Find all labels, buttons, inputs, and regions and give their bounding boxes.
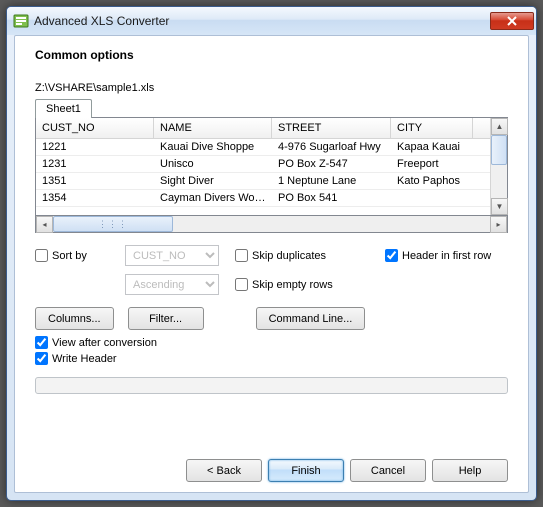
page-heading: Common options xyxy=(35,48,514,62)
help-button[interactable]: Help xyxy=(432,459,508,482)
scroll-right-icon[interactable]: ▸ xyxy=(490,216,507,233)
skip-empty-rows-checkbox[interactable]: Skip empty rows xyxy=(235,278,385,291)
checkbox[interactable] xyxy=(235,249,248,262)
header-first-row-checkbox[interactable]: Header in first row xyxy=(385,249,508,262)
checkbox[interactable] xyxy=(385,249,398,262)
column-header[interactable]: CITY xyxy=(391,118,473,138)
checkbox[interactable] xyxy=(35,336,48,349)
column-header[interactable]: STREET xyxy=(272,118,391,138)
titlebar: Advanced XLS Converter xyxy=(7,7,536,35)
command-line-button[interactable]: Command Line... xyxy=(256,307,366,330)
filter-button[interactable]: Filter... xyxy=(128,307,204,330)
checkbox[interactable] xyxy=(35,352,48,365)
progress-bar xyxy=(35,377,508,394)
table-row[interactable]: 1354 Cayman Divers Worl... PO Box 541 xyxy=(36,190,490,207)
column-header[interactable]: NAME xyxy=(154,118,272,138)
write-header-checkbox[interactable]: Write Header xyxy=(35,352,508,365)
wizard-footer: < Back Finish Cancel Help xyxy=(35,447,508,482)
finish-button[interactable]: Finish xyxy=(268,459,344,482)
grid-body: 1221 Kauai Dive Shoppe 4-976 Sugarloaf H… xyxy=(36,139,490,215)
cell: Kato Paphos xyxy=(391,173,473,189)
scroll-down-icon[interactable]: ▼ xyxy=(491,198,508,215)
cancel-button[interactable]: Cancel xyxy=(350,459,426,482)
cell: Cayman Divers Worl... xyxy=(154,190,272,206)
scroll-up-icon[interactable]: ▲ xyxy=(491,118,508,135)
cell: Freeport xyxy=(391,156,473,172)
cell: Kapaa Kauai xyxy=(391,139,473,155)
back-button[interactable]: < Back xyxy=(186,459,262,482)
view-after-checkbox[interactable]: View after conversion xyxy=(35,336,508,349)
cell: 1 Neptune Lane xyxy=(272,173,391,189)
label: Write Header xyxy=(52,353,117,365)
sheet-tab[interactable]: Sheet1 xyxy=(35,99,92,118)
label: View after conversion xyxy=(52,337,157,349)
cell: 1351 xyxy=(36,173,154,189)
scroll-left-icon[interactable]: ◂ xyxy=(36,216,53,233)
cell: Unisco xyxy=(154,156,272,172)
client-area: Common options Z:\VSHARE\sample1.xls She… xyxy=(14,35,529,493)
label: Skip duplicates xyxy=(252,250,326,262)
options-grid: Sort by CUST_NO Skip duplicates Header i… xyxy=(35,245,508,295)
table-row[interactable]: 1351 Sight Diver 1 Neptune Lane Kato Pap… xyxy=(36,173,490,190)
label: Header in first row xyxy=(402,250,491,262)
cell: PO Box Z-547 xyxy=(272,156,391,172)
window-title: Advanced XLS Converter xyxy=(34,14,490,28)
label: Sort by xyxy=(52,250,87,262)
file-path: Z:\VSHARE\sample1.xls xyxy=(35,82,508,94)
cell: Sight Diver xyxy=(154,173,272,189)
checkbox[interactable] xyxy=(35,249,48,262)
vertical-scrollbar[interactable]: ▲ ▼ xyxy=(490,118,507,215)
label: Skip empty rows xyxy=(252,279,333,291)
horizontal-scrollbar[interactable]: ◂ ⋮⋮⋮ ▸ xyxy=(35,216,508,233)
sort-by-checkbox[interactable]: Sort by xyxy=(35,249,125,262)
app-icon xyxy=(13,13,29,29)
sort-order-select[interactable]: Ascending xyxy=(125,274,219,295)
cell: PO Box 541 xyxy=(272,190,391,206)
scroll-thumb[interactable]: ⋮⋮⋮ xyxy=(53,216,173,232)
table-row[interactable]: 1221 Kauai Dive Shoppe 4-976 Sugarloaf H… xyxy=(36,139,490,156)
cell: 1221 xyxy=(36,139,154,155)
scroll-thumb[interactable] xyxy=(491,135,507,165)
cell xyxy=(391,190,473,206)
close-button[interactable] xyxy=(490,12,534,30)
column-header[interactable]: CUST_NO xyxy=(36,118,154,138)
cell: 1354 xyxy=(36,190,154,206)
checkbox[interactable] xyxy=(235,278,248,291)
skip-duplicates-checkbox[interactable]: Skip duplicates xyxy=(235,249,385,262)
cell: 1231 xyxy=(36,156,154,172)
sheet-tabs: Sheet1 xyxy=(35,98,508,117)
cell: 4-976 Sugarloaf Hwy xyxy=(272,139,391,155)
cell: Kauai Dive Shoppe xyxy=(154,139,272,155)
sort-field-select[interactable]: CUST_NO xyxy=(125,245,219,266)
app-window: Advanced XLS Converter Common options Z:… xyxy=(6,6,537,501)
table-row[interactable]: 1231 Unisco PO Box Z-547 Freeport xyxy=(36,156,490,173)
data-grid: CUST_NO NAME STREET CITY 1221 Kauai Dive… xyxy=(35,117,508,216)
grid-header: CUST_NO NAME STREET CITY xyxy=(36,118,490,139)
columns-button[interactable]: Columns... xyxy=(35,307,114,330)
